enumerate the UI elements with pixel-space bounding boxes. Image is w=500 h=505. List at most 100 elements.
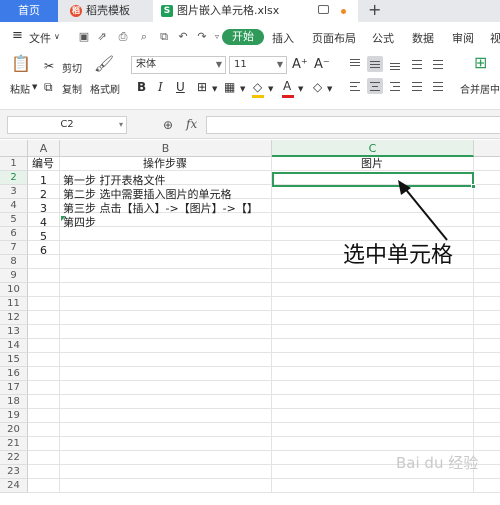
row-header-7[interactable]: 7 — [0, 241, 28, 255]
align-top-icon[interactable] — [347, 56, 363, 72]
row-header-23[interactable]: 23 — [0, 465, 28, 479]
save-icon[interactable]: ▣ — [78, 31, 90, 43]
cell-b3[interactable]: 第二步 选中需要插入图片的单元格 — [63, 189, 232, 201]
row-header-22[interactable]: 22 — [0, 451, 28, 465]
row-header-3[interactable]: 3 — [0, 185, 28, 199]
chevron-down-icon[interactable]: ▼ — [32, 83, 37, 91]
merge-center-button[interactable]: 合并居中 — [460, 81, 500, 96]
menu-insert[interactable]: 插入 — [272, 30, 294, 46]
row-header-19[interactable]: 19 — [0, 409, 28, 423]
paste-button[interactable]: 粘贴 — [10, 81, 30, 96]
row-header-5[interactable]: 5 — [0, 213, 28, 227]
menu-file[interactable]: 文件 — [29, 30, 51, 46]
format-painter-icon[interactable]: 🖌 — [93, 54, 115, 74]
row-header-10[interactable]: 10 — [0, 283, 28, 297]
cell-a4[interactable]: 3 — [40, 203, 47, 215]
row-header-15[interactable]: 15 — [0, 353, 28, 367]
row-header-2[interactable]: 2 — [0, 171, 28, 185]
menu-review[interactable]: 审阅 — [452, 30, 474, 46]
column-header-d[interactable] — [474, 140, 500, 157]
row-header-1[interactable]: 1 — [0, 157, 28, 171]
chevron-down-icon[interactable]: ∨ — [54, 32, 60, 41]
menu-page-layout[interactable]: 页面布局 — [312, 30, 356, 46]
print-icon[interactable]: ⎙ — [117, 31, 129, 43]
chevron-down-icon[interactable]: ▼ — [298, 82, 303, 96]
hamburger-menu-icon[interactable]: ≡ — [12, 28, 23, 43]
cell-a7[interactable]: 6 — [40, 245, 47, 257]
column-header-c[interactable]: C — [272, 140, 474, 157]
row-header-6[interactable]: 6 — [0, 227, 28, 241]
row-header-20[interactable]: 20 — [0, 423, 28, 437]
bold-button[interactable]: B — [137, 80, 146, 94]
tab-start[interactable]: 开始 — [222, 29, 264, 45]
chevron-down-icon[interactable]: ▼ — [240, 82, 245, 96]
row-header-21[interactable]: 21 — [0, 437, 28, 451]
formula-input[interactable] — [206, 116, 500, 134]
tab-home[interactable]: 首页 — [0, 0, 58, 22]
fill-color-icon[interactable]: ◇ — [253, 80, 262, 94]
redo-icon[interactable]: ↷ — [196, 31, 208, 43]
row-header-17[interactable]: 17 — [0, 381, 28, 395]
cell-b1[interactable]: 操作步骤 — [143, 158, 187, 170]
row-header-13[interactable]: 13 — [0, 325, 28, 339]
column-header-a[interactable]: A — [28, 140, 60, 157]
chevron-down-icon[interactable]: ▼ — [327, 82, 332, 96]
row-header-18[interactable]: 18 — [0, 395, 28, 409]
copy-icon[interactable]: ⧉ — [44, 80, 53, 94]
align-center-icon[interactable] — [367, 78, 383, 94]
cell-style-icon[interactable]: ▦ — [224, 80, 235, 94]
format-painter-button[interactable]: 格式刷 — [90, 81, 120, 96]
row-header-11[interactable]: 11 — [0, 297, 28, 311]
indent-decrease-icon[interactable] — [409, 56, 425, 72]
cell-a2[interactable]: 1 — [40, 175, 47, 187]
row-header-24[interactable]: 24 — [0, 479, 28, 493]
font-shrink-icon[interactable]: A⁻ — [314, 58, 330, 72]
cut-button[interactable]: 剪切 — [62, 60, 82, 75]
row-header-4[interactable]: 4 — [0, 199, 28, 213]
row-header-9[interactable]: 9 — [0, 269, 28, 283]
cell-a1[interactable]: 编号 — [32, 158, 54, 170]
align-justify-icon[interactable] — [409, 78, 425, 94]
row-header-16[interactable]: 16 — [0, 367, 28, 381]
align-middle-icon[interactable] — [367, 56, 383, 72]
cell-b5[interactable]: 第四步 — [63, 217, 96, 229]
align-right-icon[interactable] — [387, 78, 403, 94]
row-header-8[interactable]: 8 — [0, 255, 28, 269]
new-tab-button[interactable]: + — [368, 0, 381, 20]
chevron-down-icon[interactable]: ▼ — [212, 82, 217, 96]
chevron-down-icon[interactable]: ▼ — [268, 82, 273, 96]
border-icon[interactable]: ⊞ — [197, 80, 207, 94]
cell-b4[interactable]: 第三步 点击【插入】->【图片】->【】 — [63, 203, 258, 215]
scissors-icon[interactable]: ✂ — [44, 59, 54, 73]
font-size-select[interactable]: 11 ▼ — [229, 56, 287, 74]
tab-template[interactable]: 稻 稻壳模板 — [60, 0, 152, 22]
menu-formula[interactable]: 公式 — [372, 30, 394, 46]
indent-increase-icon[interactable] — [430, 56, 446, 72]
row-header-12[interactable]: 12 — [0, 311, 28, 325]
select-all-corner[interactable] — [0, 140, 28, 157]
eraser-icon[interactable]: ◇ — [313, 80, 322, 94]
export-icon[interactable]: ⇗ — [96, 31, 108, 43]
align-bottom-icon[interactable] — [387, 56, 403, 72]
print-preview-icon[interactable]: ⌕ — [138, 31, 150, 43]
undo-icon[interactable]: ↶ — [177, 31, 189, 43]
cell-b2[interactable]: 第一步 打开表格文件 — [63, 175, 166, 187]
cell-a5[interactable]: 4 — [40, 217, 47, 229]
font-grow-icon[interactable]: A⁺ — [292, 58, 308, 72]
zoom-icon[interactable]: ⊕ — [163, 118, 173, 132]
menu-data[interactable]: 数据 — [412, 30, 434, 46]
align-left-icon[interactable] — [347, 78, 363, 94]
cell-a6[interactable]: 5 — [40, 231, 47, 243]
column-header-b[interactable]: B — [60, 140, 272, 157]
cell-a3[interactable]: 2 — [40, 189, 47, 201]
monitor-icon[interactable] — [318, 5, 329, 14]
copy-button[interactable]: 复制 — [62, 81, 82, 96]
underline-button[interactable]: U — [176, 80, 185, 94]
distributed-align-icon[interactable] — [430, 78, 446, 94]
tab-file[interactable]: S 图片嵌入单元格.xlsx — [153, 0, 358, 22]
paste-format-icon[interactable]: ⧉ — [158, 31, 170, 43]
row-header-14[interactable]: 14 — [0, 339, 28, 353]
cell-c1[interactable]: 图片 — [361, 158, 383, 170]
font-name-select[interactable]: 宋体 ▼ — [131, 56, 226, 74]
fill-handle[interactable] — [471, 184, 476, 189]
